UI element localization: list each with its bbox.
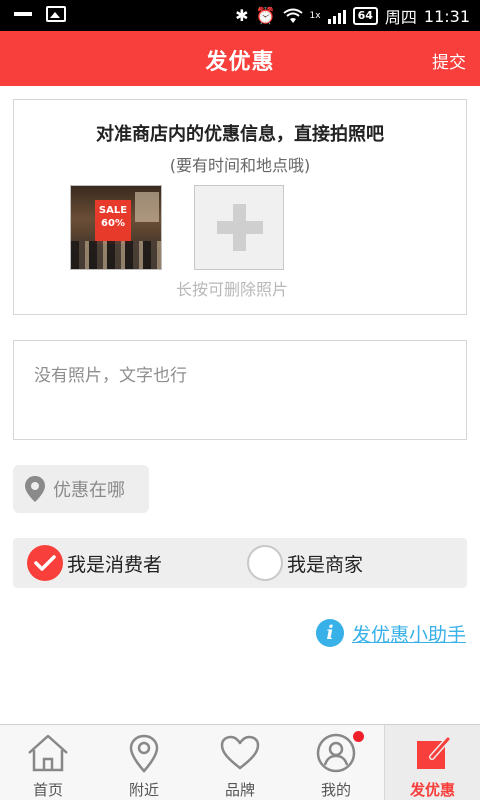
thumbnail-racks xyxy=(71,241,161,269)
role-selector: 我是消费者 我是商家 xyxy=(13,538,467,588)
nav-item-mine[interactable]: 我的 xyxy=(288,725,384,800)
photo-upload-card: 对准商店内的优惠信息，直接拍照吧 (要有时间和地点哦) SALE 60% 长按可… xyxy=(13,99,467,315)
gallery-icon xyxy=(46,6,66,22)
location-button[interactable]: 优惠在哪 xyxy=(13,465,149,513)
nav-item-nearby[interactable]: 附近 xyxy=(96,725,192,800)
photo-thumbnail[interactable]: SALE 60% xyxy=(70,185,162,270)
heart-icon xyxy=(220,735,260,770)
signal-strength-icon xyxy=(327,8,346,24)
role-consumer-label: 我是消费者 xyxy=(67,553,163,576)
battery-level: 64 xyxy=(352,7,378,25)
page-title: 发优惠 xyxy=(205,50,275,75)
nav-label-post-deal: 发优惠 xyxy=(409,781,455,799)
status-bar: ✱ ⏰ 1x 64 周四 11:31 xyxy=(0,0,480,31)
helper-link-label: 发优惠小助手 xyxy=(351,623,466,646)
checkmark-icon xyxy=(34,555,56,571)
screen: ✱ ⏰ 1x 64 周四 11:31 发优惠 提交 对准商店内的优惠信息，直接拍… xyxy=(0,0,480,800)
nav-item-home[interactable]: 首页 xyxy=(0,725,96,800)
status-time: 11:31 xyxy=(423,6,470,26)
thumbnail-sign-percent: 60% xyxy=(101,218,125,229)
photo-heading: 对准商店内的优惠信息，直接拍照吧 xyxy=(96,124,384,145)
alarm-icon: ⏰ xyxy=(255,6,276,25)
app-header: 发优惠 提交 xyxy=(0,31,480,86)
home-icon xyxy=(28,734,68,772)
nav-item-brand[interactable]: 品牌 xyxy=(192,725,288,800)
role-option-consumer[interactable]: 我是消费者 xyxy=(27,545,162,581)
wifi-icon xyxy=(282,8,303,23)
user-icon xyxy=(316,733,356,773)
location-pin-icon xyxy=(129,734,159,773)
helper-link[interactable]: i 发优惠小助手 xyxy=(315,619,466,647)
notification-dash-icon xyxy=(14,12,32,16)
add-photo-button[interactable] xyxy=(194,185,284,270)
thumbnail-sign-text: SALE xyxy=(98,205,128,216)
notification-dot xyxy=(353,731,364,742)
bluetooth-icon: ✱ xyxy=(235,6,249,25)
bottom-nav: 首页 附近 品牌 我的 发优惠 xyxy=(0,724,480,800)
location-pin-icon xyxy=(25,476,45,502)
photo-subheading: (要有时间和地点哦) xyxy=(169,156,311,175)
edit-icon xyxy=(417,736,451,769)
role-merchant-label: 我是商家 xyxy=(287,553,364,576)
nav-label-brand: 品牌 xyxy=(224,781,255,799)
nav-label-nearby: 附近 xyxy=(128,781,159,799)
nav-label-home: 首页 xyxy=(32,781,63,799)
nav-label-mine: 我的 xyxy=(320,781,351,799)
thumbnail-sale-sign: SALE 60% xyxy=(95,200,131,244)
description-box xyxy=(13,340,467,440)
submit-button[interactable]: 提交 xyxy=(432,48,466,73)
info-icon: i xyxy=(315,619,344,647)
role-option-merchant[interactable]: 我是商家 xyxy=(247,545,363,581)
thumbnail-light xyxy=(135,192,159,222)
nav-item-post-deal[interactable]: 发优惠 xyxy=(384,725,480,800)
status-bar-left xyxy=(14,6,66,22)
radio-unchecked-icon xyxy=(247,545,283,581)
network-type-label: 1x xyxy=(309,11,321,21)
status-weekday: 周四 xyxy=(384,8,417,27)
description-input[interactable] xyxy=(14,341,466,439)
plus-icon-vertical xyxy=(233,204,246,251)
radio-checked-icon xyxy=(27,545,63,581)
location-label: 优惠在哪 xyxy=(53,480,125,501)
status-bar-right: ✱ ⏰ 1x 64 周四 11:31 xyxy=(235,4,470,28)
photo-delete-hint: 长按可删除照片 xyxy=(176,280,289,299)
